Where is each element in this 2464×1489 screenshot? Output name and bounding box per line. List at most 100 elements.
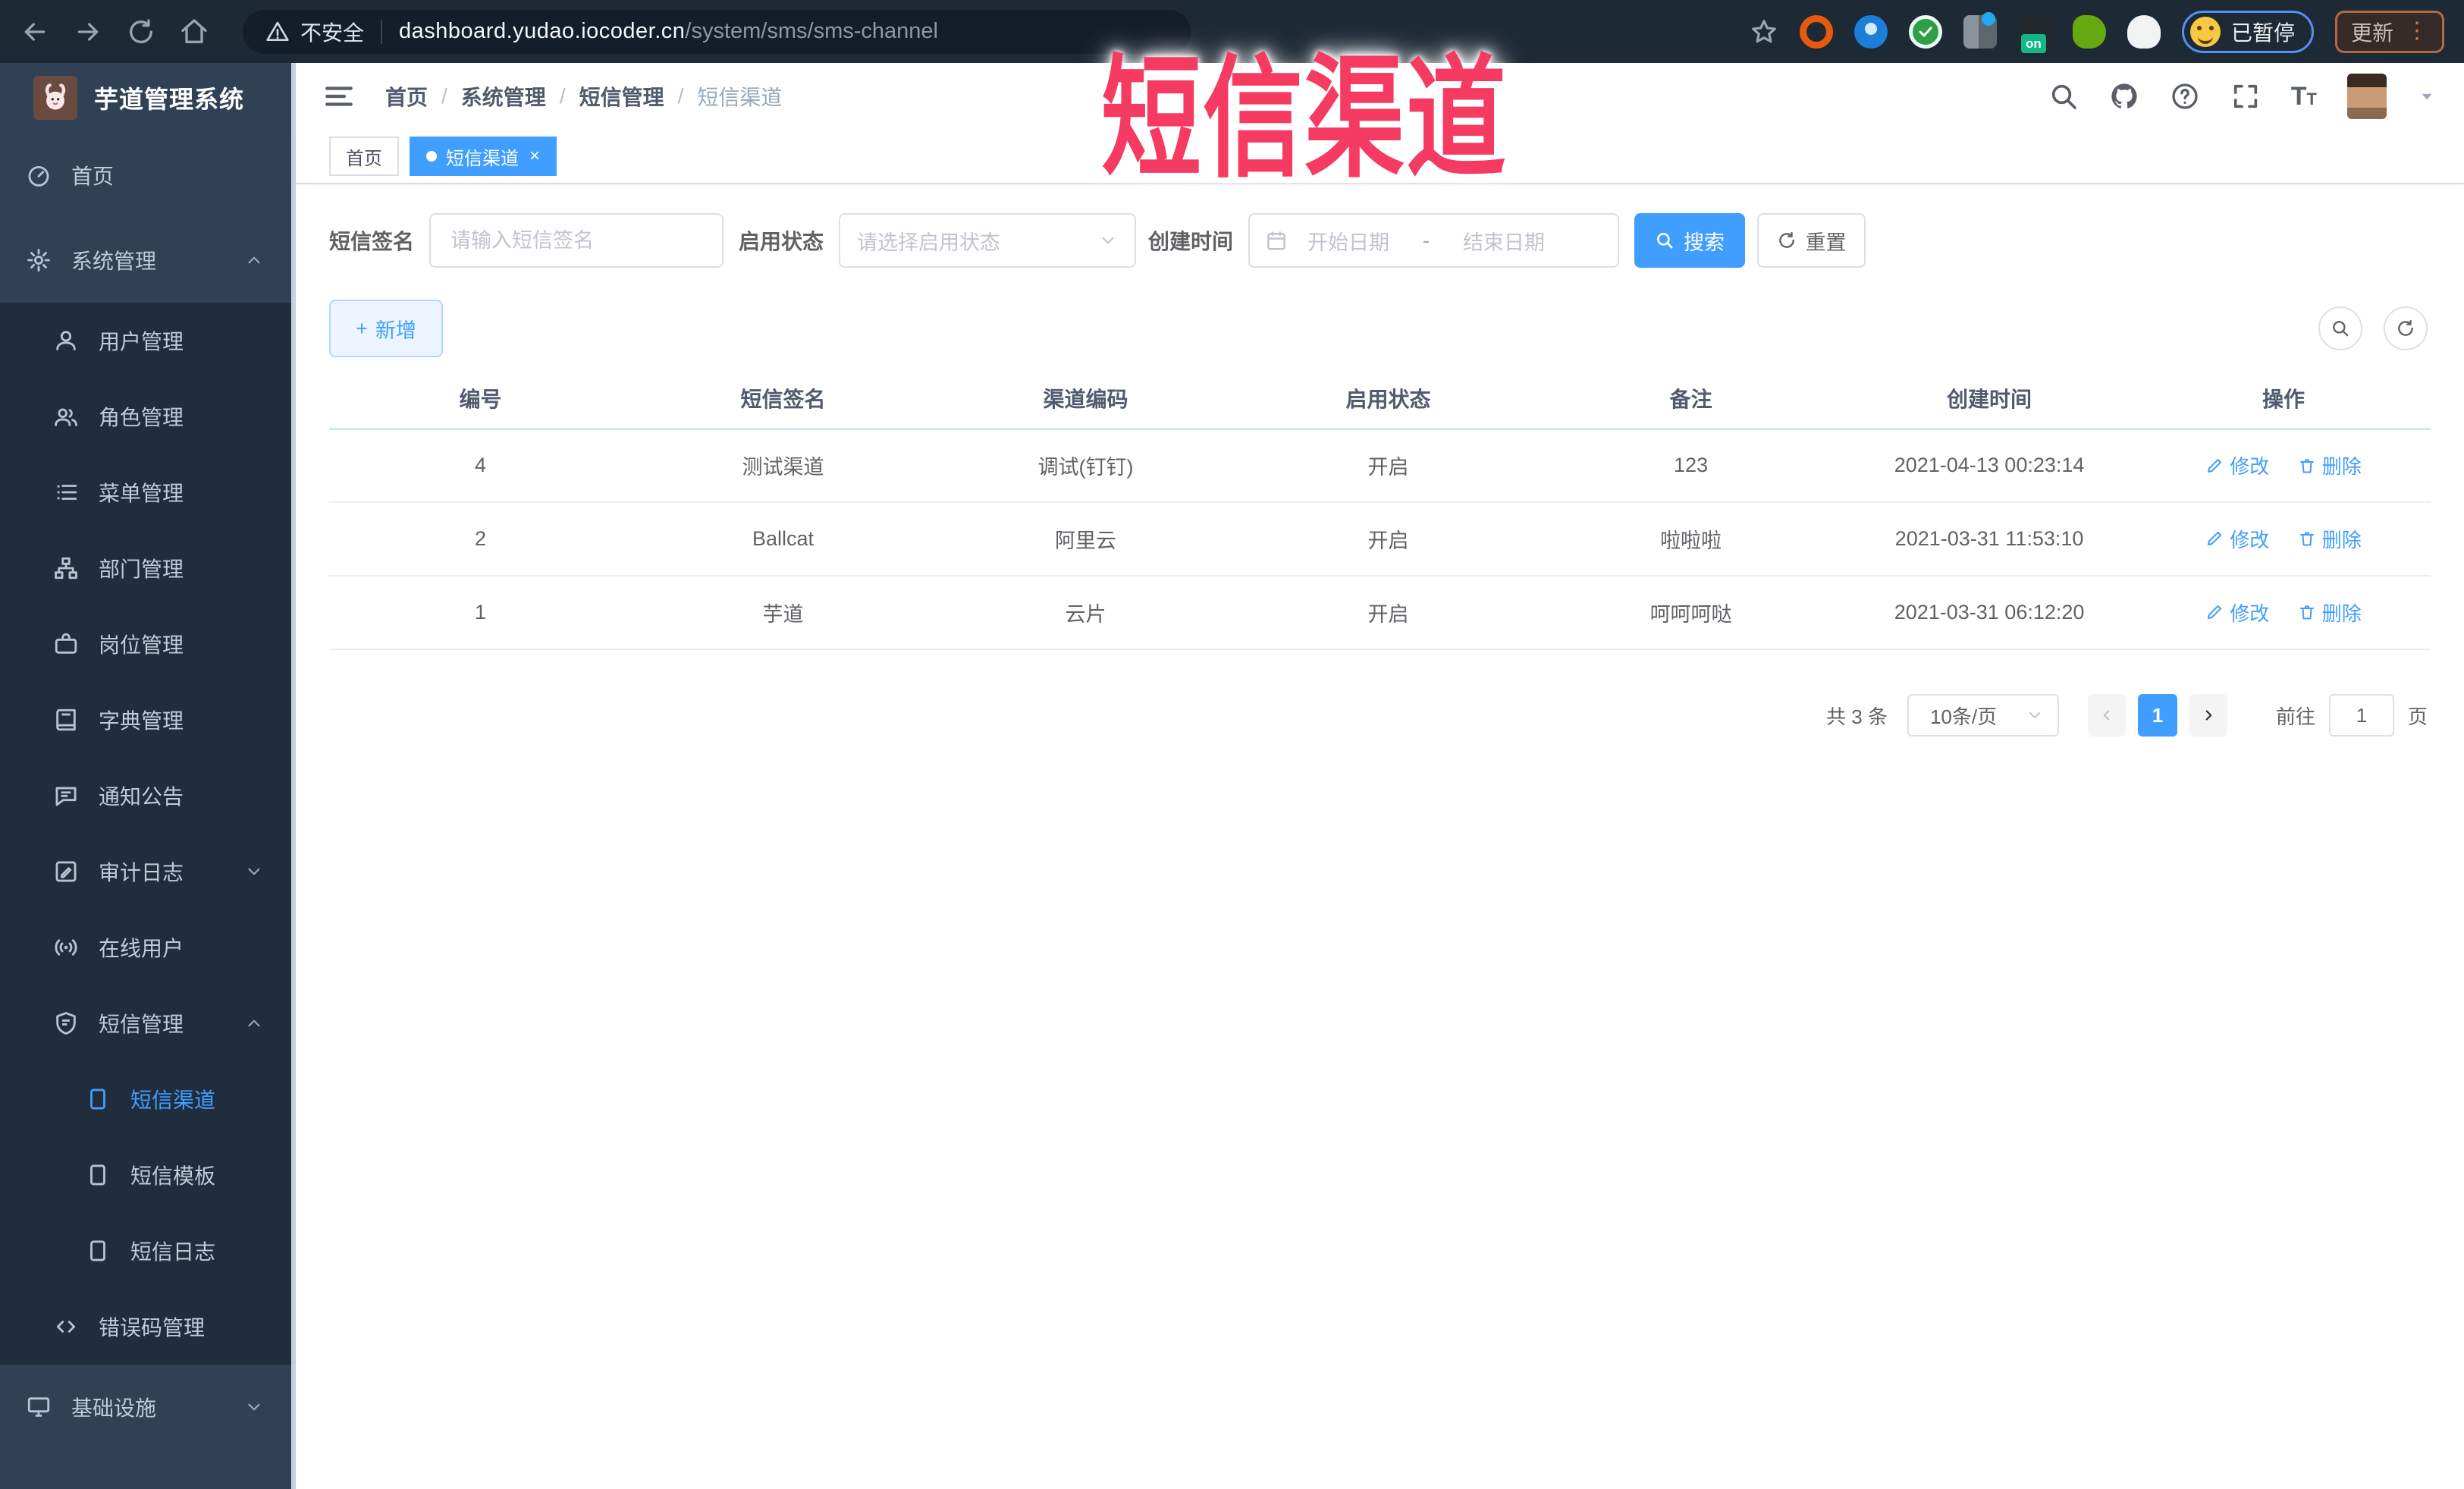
- filter-form: 短信签名 启用状态 请选择启用状态 创建时间 开始日期 - 结束日期 搜索: [329, 213, 2431, 268]
- extension-icon-grid[interactable]: [1963, 11, 1997, 49]
- sidebar-item-label: 首页: [71, 165, 115, 188]
- chevron-down-icon: [2029, 712, 2040, 718]
- cell-code: 调试(钉钉): [934, 429, 1238, 503]
- delete-link[interactable]: 删除: [2298, 598, 2362, 627]
- extension-icon-white-ghost[interactable]: [2127, 14, 2161, 49]
- sidebar-item-menu-management[interactable]: 菜单管理: [0, 454, 296, 530]
- page-size-select[interactable]: 10条/页: [1907, 694, 2059, 737]
- browser-menu-icon[interactable]: ⋮: [2406, 20, 2428, 42]
- refresh-table-button[interactable]: [2384, 306, 2428, 350]
- github-icon[interactable]: [2109, 81, 2139, 112]
- table-row: 4 测试渠道 调试(钉钉) 开启 123 2021-04-13 00:23:14…: [329, 429, 2431, 503]
- user-avatar[interactable]: [2347, 74, 2387, 119]
- refresh-icon: [1778, 232, 1794, 248]
- page-size-value: 10条/页: [1929, 705, 1998, 728]
- edit-link[interactable]: 修改: [2205, 451, 2269, 479]
- bookmark-star-icon[interactable]: [1750, 17, 1778, 46]
- sidebar-item-home[interactable]: 首页: [0, 133, 296, 218]
- table-row: 1 芋道 云片 开启 呵呵呵哒 2021-03-31 06:12:20 修改 删…: [329, 576, 2431, 650]
- sidebar-item-label: 菜单管理: [99, 482, 184, 505]
- search-icon[interactable]: [2048, 81, 2079, 112]
- breadcrumb-system[interactable]: 系统管理: [461, 81, 546, 112]
- sidebar-item-error-code-management[interactable]: 错误码管理: [0, 1289, 296, 1365]
- delete-link[interactable]: 删除: [2298, 451, 2362, 479]
- font-size-icon[interactable]: TT: [2291, 83, 2317, 109]
- tab-sms-channel[interactable]: 短信渠道 ×: [410, 137, 557, 176]
- toggle-search-button[interactable]: [2318, 306, 2362, 350]
- next-page-button[interactable]: [2189, 694, 2227, 737]
- help-icon[interactable]: [2170, 81, 2200, 112]
- reload-icon[interactable]: [126, 17, 156, 47]
- sidebar-item-label: 岗位管理: [99, 633, 184, 657]
- breadcrumb: 首页 / 系统管理 / 短信管理 / 短信渠道: [385, 81, 782, 112]
- sidebar-item-sms-log[interactable]: 短信日志: [0, 1213, 296, 1289]
- plus-icon: +: [356, 316, 368, 340]
- address-bar[interactable]: 不安全 dashboard.yudao.iocoder.cn /system/s…: [243, 9, 1191, 54]
- delete-link[interactable]: 删除: [2298, 525, 2362, 553]
- sidebar-item-audit-log[interactable]: 审计日志: [0, 834, 296, 909]
- cell-remark: 呵呵呵哒: [1540, 576, 1843, 650]
- reset-button[interactable]: 重置: [1757, 213, 1866, 268]
- chevron-down-icon: [248, 868, 260, 875]
- hamburger-icon[interactable]: [323, 80, 355, 112]
- profile-paused-pill[interactable]: 已暂停: [2181, 10, 2314, 53]
- page-number-1[interactable]: 1: [2137, 694, 2177, 737]
- sidebar: 芋道管理系统 首页 系统管理 用户管理 角色管理 菜单管理 部门管理 岗位管理 …: [0, 63, 296, 1489]
- edit-note-icon: [55, 861, 77, 882]
- edit-label: 修改: [2230, 602, 2270, 625]
- edit-label: 修改: [2230, 528, 2270, 551]
- extension-icon-dark[interactable]: on: [2017, 14, 2051, 53]
- sign-filter-input[interactable]: [429, 213, 724, 268]
- chat-bubble-icon: [55, 787, 77, 806]
- sidebar-item-infrastructure[interactable]: 基础设施: [0, 1365, 296, 1450]
- date-range-picker[interactable]: 开始日期 - 结束日期: [1248, 213, 1620, 268]
- extension-icon-green-check[interactable]: [1908, 14, 1942, 49]
- app-logo-row[interactable]: 芋道管理系统: [0, 63, 296, 133]
- home-icon[interactable]: [179, 17, 209, 47]
- breadcrumb-home[interactable]: 首页: [385, 81, 428, 112]
- forward-icon[interactable]: [73, 17, 103, 47]
- sidebar-item-role-management[interactable]: 角色管理: [0, 379, 296, 454]
- sidebar-item-dict-management[interactable]: 字典管理: [0, 682, 296, 758]
- caret-down-icon[interactable]: [2417, 86, 2437, 106]
- edit-link[interactable]: 修改: [2205, 525, 2269, 553]
- table-toolbar: + 新增: [329, 300, 2431, 357]
- sidebar-item-label: 短信模板: [130, 1164, 216, 1188]
- extension-icon-green-leaf[interactable]: [2072, 14, 2106, 49]
- add-button[interactable]: + 新增: [329, 300, 443, 357]
- pagination: 共 3 条 10条/页 1 前往 页: [329, 694, 2431, 737]
- extension-icon-blue-pin[interactable]: [1853, 14, 1888, 49]
- close-icon[interactable]: ×: [529, 146, 540, 167]
- trash-icon: [2299, 532, 2314, 546]
- reset-label: 重置: [1805, 231, 1847, 254]
- delete-label: 删除: [2321, 602, 2362, 625]
- delete-label: 删除: [2321, 528, 2362, 551]
- date-end-placeholder: 结束日期: [1463, 231, 1546, 254]
- cell-id: 4: [329, 429, 632, 503]
- breadcrumb-sms[interactable]: 短信管理: [579, 81, 664, 112]
- security-label[interactable]: 不安全: [300, 17, 364, 47]
- sidebar-item-user-management[interactable]: 用户管理: [0, 303, 296, 379]
- status-filter-select[interactable]: 请选择启用状态: [839, 213, 1137, 268]
- breadcrumb-separator: /: [677, 84, 684, 108]
- column-header-actions: 操作: [2136, 369, 2431, 430]
- sidebar-item-post-management[interactable]: 岗位管理: [0, 606, 296, 682]
- sidebar-item-sms-template[interactable]: 短信模板: [0, 1137, 296, 1213]
- sidebar-item-system-management[interactable]: 系统管理: [0, 218, 296, 303]
- sidebar-item-label: 在线用户: [99, 937, 184, 960]
- fullscreen-icon[interactable]: [2230, 81, 2261, 112]
- sidebar-item-sms-channel[interactable]: 短信渠道: [0, 1061, 296, 1137]
- sidebar-item-online-users[interactable]: 在线用户: [0, 909, 296, 985]
- sidebar-item-sms-management[interactable]: 短信管理: [0, 985, 296, 1061]
- calendar-icon: [1267, 231, 1285, 250]
- sidebar-item-dept-management[interactable]: 部门管理: [0, 530, 296, 606]
- prev-page-button[interactable]: [2087, 694, 2126, 737]
- tab-home[interactable]: 首页: [329, 137, 399, 176]
- back-icon[interactable]: [20, 17, 50, 47]
- browser-update-button[interactable]: 更新 ⋮: [2334, 10, 2444, 53]
- extension-icon-orange-ring[interactable]: [1799, 14, 1833, 49]
- search-button[interactable]: 搜索: [1634, 213, 1746, 268]
- goto-page-input[interactable]: [2328, 694, 2394, 737]
- edit-link[interactable]: 修改: [2205, 598, 2269, 627]
- sidebar-item-notice[interactable]: 通知公告: [0, 758, 296, 834]
